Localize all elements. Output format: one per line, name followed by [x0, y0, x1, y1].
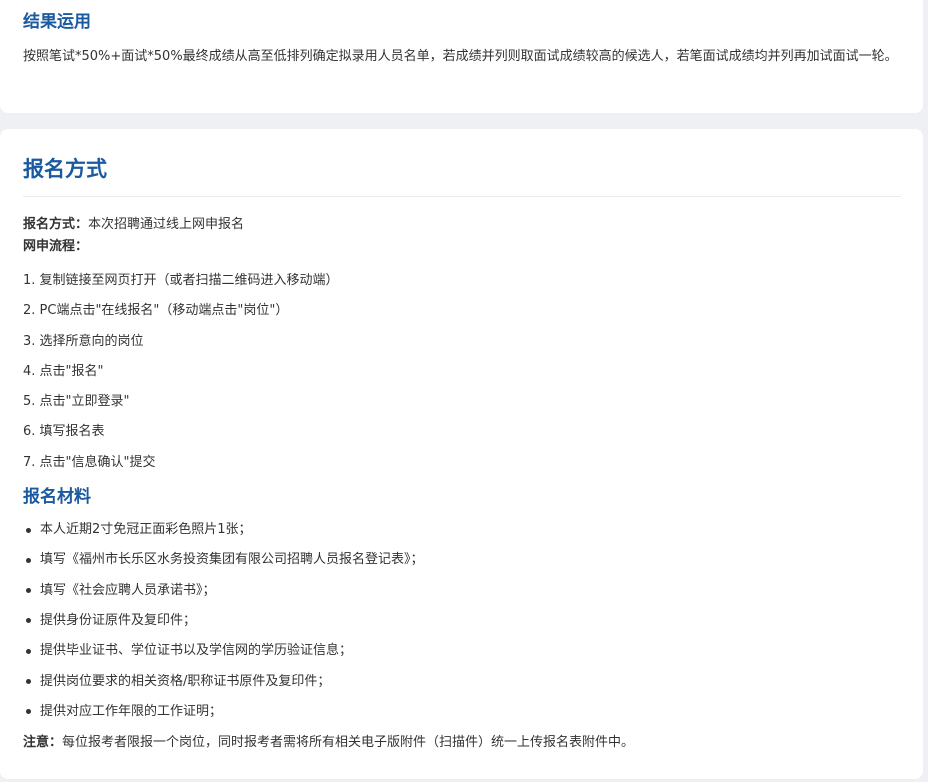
- material-item-text: 本人近期2寸免冠正面彩色照片1张；: [40, 522, 252, 538]
- material-item: 提供对应工作年限的工作证明；: [23, 697, 901, 727]
- material-item-text: 提供对应工作年限的工作证明；: [40, 703, 223, 719]
- material-item: 提供毕业证书、学位证书以及学信网的学历验证信息；: [23, 636, 901, 666]
- section-divider: [23, 196, 901, 197]
- materials-title: 报名材料: [23, 487, 91, 508]
- bullet-icon: [26, 709, 31, 715]
- material-item-text: 填写《社会应聘人员承诺书》；: [40, 582, 216, 598]
- registration-method-value: 本次招聘通过线上网申报名: [88, 217, 245, 232]
- results-usage-text: 按照笔试*50%+面试*50%最终成绩从高至低排列确定拟录用人员名单，若成绩并列…: [23, 49, 898, 64]
- material-item: 填写《社会应聘人员承诺书》；: [23, 576, 901, 606]
- registration-step: 7. 点击"信息确认"提交: [23, 454, 156, 470]
- registration-step: 2. PC端点击"在线报名"（移动端点击"岗位"）: [23, 303, 289, 319]
- material-item: 提供岗位要求的相关资格/职称证书原件及复印件；: [23, 667, 901, 697]
- registration-method: 报名方式：本次招聘通过线上网申报名: [23, 214, 901, 236]
- material-item: 提供身份证原件及复印件；: [23, 606, 901, 636]
- registration-method-label: 报名方式：: [23, 217, 89, 232]
- material-item-text: 提供毕业证书、学位证书以及学信网的学历验证信息；: [40, 643, 353, 659]
- material-item-text: 提供身份证原件及复印件；: [40, 612, 197, 628]
- online-flow-label: 网申流程：: [23, 239, 89, 254]
- registration-step: 3. 选择所意向的岗位: [23, 333, 144, 349]
- bullet-icon: [26, 679, 31, 685]
- material-item: 本人近期2寸免冠正面彩色照片1张；: [23, 515, 901, 545]
- bullet-icon: [26, 557, 31, 563]
- notice-label: 注意：: [23, 735, 63, 751]
- registration-step: 6. 填写报名表: [23, 424, 105, 440]
- materials-list: 本人近期2寸免冠正面彩色照片1张； 填写《福州市长乐区水务投资集团有限公司招聘人…: [23, 515, 901, 727]
- registration-title: 报名方式: [23, 157, 107, 181]
- registration-card: 报名方式 报名方式：本次招聘通过线上网申报名 网申流程： 1. 复制链接至网页打…: [0, 129, 923, 779]
- bullet-icon: [26, 588, 31, 594]
- bullet-icon: [26, 648, 31, 654]
- notice-text: 每位报考者限报一个岗位，同时报考者需将所有相关电子版附件（扫描件）统一上传报名表…: [62, 735, 635, 751]
- registration-steps-list: 1. 复制链接至网页打开（或者扫描二维码进入移动端） 2. PC端点击"在线报名…: [23, 266, 901, 478]
- material-item-text: 填写《福州市长乐区水务投资集团有限公司招聘人员报名登记表》；: [40, 552, 424, 568]
- results-usage-title: 结果运用: [23, 12, 91, 32]
- bullet-icon: [26, 527, 31, 533]
- registration-step: 4. 点击"报名": [23, 363, 104, 379]
- bullet-icon: [26, 618, 31, 624]
- registration-step: 5. 点击"立即登录": [23, 394, 130, 410]
- registration-notice: 注意：每位报考者限报一个岗位，同时报考者需将所有相关电子版附件（扫描件）统一上传…: [23, 732, 901, 754]
- results-usage-card: 结果运用 按照笔试*50%+面试*50%最终成绩从高至低排列确定拟录用人员名单，…: [0, 0, 923, 113]
- registration-step: 1. 复制链接至网页打开（或者扫描二维码进入移动端）: [23, 273, 339, 288]
- material-item: 填写《福州市长乐区水务投资集团有限公司招聘人员报名登记表》；: [23, 545, 901, 575]
- online-flow-heading: 网申流程：: [23, 236, 901, 258]
- material-item-text: 提供岗位要求的相关资格/职称证书原件及复印件；: [40, 673, 331, 689]
